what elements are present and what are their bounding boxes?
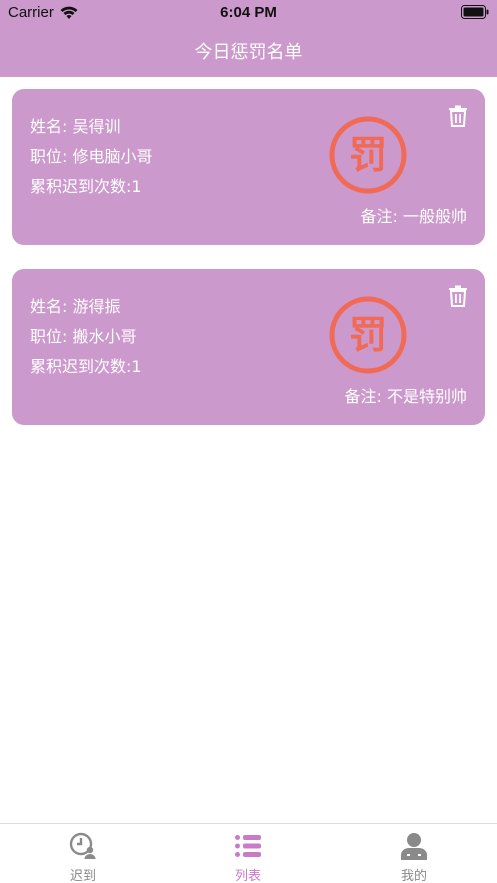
card-remark: 备注: 不是特别帅 xyxy=(344,387,467,406)
status-bar: Carrier 6:04 PM xyxy=(0,0,497,26)
card-name: 姓名: 吴得训 xyxy=(30,117,121,136)
stamp-text: 罚 xyxy=(349,313,387,357)
tab-list[interactable]: 列表 xyxy=(188,824,308,883)
nav-header: Carrier 6:04 PM 今日惩罚名单 xyxy=(0,0,497,77)
card-late-count: 累积迟到次数:1 xyxy=(30,357,142,376)
card-position: 职位: 修电脑小哥 xyxy=(30,147,153,166)
punishment-card[interactable]: 姓名: 游得振 职位: 搬水小哥 累积迟到次数:1 备注: 不是特别帅 罚 xyxy=(12,269,485,425)
tab-label: 列表 xyxy=(234,869,261,883)
tab-mine[interactable]: 我的 xyxy=(354,824,474,883)
clock-time: 6:04 PM xyxy=(220,4,277,21)
card-position: 职位: 搬水小哥 xyxy=(30,327,137,346)
list-icon xyxy=(235,835,261,857)
card-name: 姓名: 游得振 xyxy=(30,297,121,316)
punish-stamp-icon: 罚 xyxy=(329,296,407,374)
punish-stamp-icon: 罚 xyxy=(329,116,407,194)
person-icon xyxy=(401,833,427,860)
page-title: 今日惩罚名单 xyxy=(194,42,303,63)
tab-late[interactable]: 迟到 xyxy=(23,824,143,883)
stamp-text: 罚 xyxy=(349,133,387,177)
trash-icon[interactable] xyxy=(448,105,468,127)
tab-bar: 迟到 列表 我的 xyxy=(0,823,497,883)
tab-label: 迟到 xyxy=(69,869,96,883)
clock-user-icon xyxy=(69,832,96,859)
tab-label: 我的 xyxy=(400,869,427,883)
battery-icon xyxy=(461,5,489,19)
punishment-card[interactable]: 姓名: 吴得训 职位: 修电脑小哥 累积迟到次数:1 备注: 一般般帅 罚 xyxy=(12,89,485,245)
card-late-count: 累积迟到次数:1 xyxy=(30,177,142,196)
trash-icon[interactable] xyxy=(448,285,468,307)
card-remark: 备注: 一般般帅 xyxy=(360,207,467,226)
